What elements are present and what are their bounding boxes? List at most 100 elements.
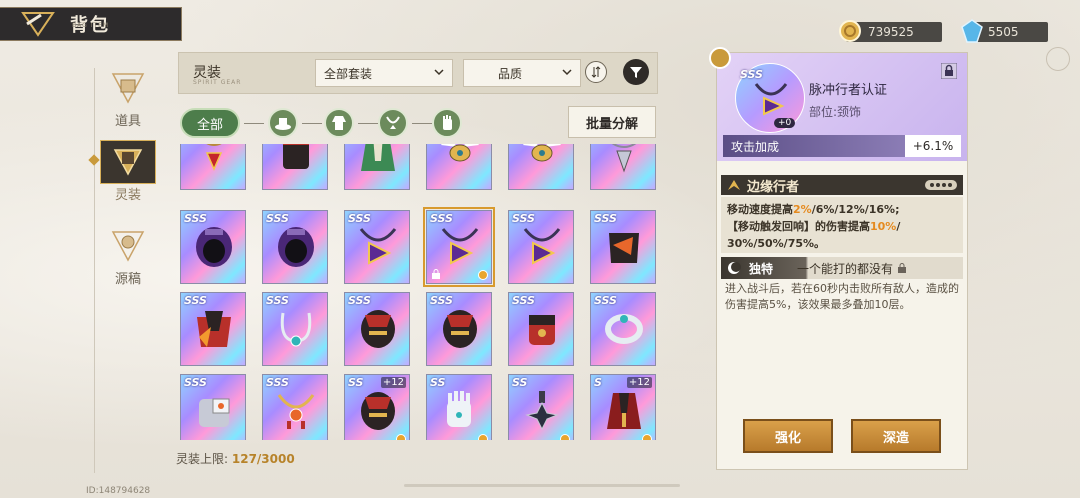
silver-ring-icon: [605, 314, 643, 344]
coat-icon: [332, 116, 346, 130]
gear-slot[interactable]: SSS: [180, 292, 246, 366]
category-hat-tab[interactable]: [268, 108, 298, 138]
rank-badge: SSS: [348, 212, 371, 225]
refine-button[interactable]: 深造: [851, 419, 941, 453]
category-glove-tab[interactable]: [432, 108, 462, 138]
rank-badge: SS: [348, 376, 364, 389]
medal-cross-icon: [525, 391, 559, 431]
gear-slot[interactable]: SSS: [590, 292, 656, 366]
necklace-icon: [386, 116, 400, 129]
pulse-necklace-icon: [523, 228, 561, 265]
rank-badge: SSS: [512, 212, 535, 225]
gear-slot[interactable]: SSS: [344, 210, 410, 284]
page-subtitle: BAG ITEM: [72, 22, 110, 29]
equipped-icon: [560, 434, 570, 440]
gear-slot[interactable]: SSS: [180, 374, 246, 440]
gem-amount: 5505: [988, 25, 1019, 39]
unique-effect-description: 进入战斗后，若在60秒内击败所有敌人，造成的伤害提高5%，该效果最多叠加10层。: [725, 282, 959, 311]
filter-button[interactable]: [623, 59, 649, 85]
detail-level: +0: [774, 118, 796, 128]
red-helmet-icon: [361, 310, 395, 348]
nav-item-source-draft[interactable]: 源稿: [100, 228, 156, 287]
gear-slot[interactable]: SSS: [426, 292, 492, 366]
scrollbar[interactable]: [404, 484, 680, 487]
gear-slot[interactable]: SSS: [262, 374, 328, 440]
sort-order-button[interactable]: [585, 61, 607, 83]
gear-slot[interactable]: SSS: [423, 207, 495, 287]
gear-detail-panel: SSS +0 脉冲行者认证 部位:颈饰 攻击加成 +6.1% 边缘行者 移动速度…: [709, 47, 968, 470]
dark-boot-flame-icon: [609, 233, 639, 263]
rank-badge: SSS: [594, 212, 617, 225]
rank-badge: SSS: [184, 212, 207, 225]
gear-slot[interactable]: SSS: [590, 210, 656, 284]
purple-hood-icon: [196, 227, 232, 267]
gold-amount: 739525: [868, 25, 914, 39]
rank-badge: S: [594, 376, 602, 389]
back-arrow-icon: [21, 12, 55, 37]
equipped-icon: [396, 434, 406, 440]
gear-slot[interactable]: SSS: [262, 292, 328, 366]
settings-ring-icon[interactable]: [1046, 47, 1070, 71]
set-desc-text: 【移动触发回响】的伤害提高: [727, 220, 870, 233]
set-filter-value: 全部套装: [324, 66, 373, 81]
set-filter-dropdown[interactable]: 全部套装: [315, 59, 453, 87]
nav-divider: [94, 68, 95, 473]
capacity-info: 灵装上限: 127/3000: [176, 450, 295, 467]
sort-icon: [591, 66, 601, 78]
crystal-icon: [961, 19, 983, 43]
gear-grid: SSS SSS SSS SSS SSS SSS SSS SSS SSS SSS SSS SSS SSS S…: [180, 144, 660, 440]
silver-gauntlet-icon: [199, 398, 230, 427]
gear-slot[interactable]: SS: [426, 374, 492, 440]
gear-slot[interactable]: [508, 144, 574, 190]
back-button[interactable]: [16, 9, 60, 39]
gear-slot[interactable]: [426, 144, 492, 190]
gear-slot[interactable]: SSS: [508, 210, 574, 284]
gear-slot[interactable]: [180, 144, 246, 190]
gear-title-en: SPIRIT GEAR: [193, 79, 242, 86]
gear-slot[interactable]: SS: [508, 374, 574, 440]
category-connector: [412, 123, 432, 124]
gem-counter: 5505: [961, 19, 1048, 43]
nav-item-spirit-gear[interactable]: 灵装: [100, 144, 156, 203]
equipped-icon: [478, 434, 488, 440]
capacity-label: 灵装上限:: [176, 452, 229, 466]
pendant-red-icon: [205, 144, 223, 171]
set-desc-text: /6%/12%/16%;: [811, 203, 900, 216]
nav-item-items[interactable]: 道具: [100, 70, 156, 129]
gear-slot[interactable]: [344, 144, 410, 190]
gear-slot[interactable]: SS +12: [344, 374, 410, 440]
gear-slot[interactable]: SSS: [508, 292, 574, 366]
rank-badge: SSS: [266, 376, 289, 389]
set-bonus-description: 移动速度提高2%/6%/12%/16%; 【移动触发回响】的伤害提高10%/ 3…: [721, 197, 963, 253]
spirit-gear-icon: [113, 149, 143, 176]
unique-effect-header: 独特 一个能打的都没有: [721, 257, 963, 279]
gear-slot[interactable]: SSS: [344, 292, 410, 366]
lock-icon[interactable]: [941, 63, 957, 79]
red-helmet-icon: [443, 310, 477, 348]
gear-slot[interactable]: [262, 144, 328, 190]
category-all-tab[interactable]: 全部: [180, 108, 240, 138]
winged-crown-icon: [441, 144, 479, 162]
gear-slot[interactable]: [590, 144, 656, 190]
enhance-button[interactable]: 强化: [743, 419, 833, 453]
rank-badge: SS: [430, 376, 446, 389]
set-desc-highlight: 10%: [870, 220, 897, 233]
nav-label-spirit-gear: 灵装: [114, 188, 141, 203]
gear-slot[interactable]: S +12: [590, 374, 656, 440]
set-arrow-icon: [728, 180, 740, 190]
quality-filter-dropdown[interactable]: 品质: [463, 59, 581, 87]
coin-icon: [839, 20, 861, 42]
flame-armor-icon: [197, 311, 231, 347]
category-coat-tab[interactable]: [324, 108, 354, 138]
category-necklace-tab[interactable]: [378, 108, 408, 138]
pulse-necklace-icon: [359, 228, 397, 265]
gear-slot[interactable]: SSS: [180, 210, 246, 284]
detail-item-icon: SSS +0: [735, 63, 805, 133]
lock-icon: [432, 269, 440, 279]
red-coat-icon: [607, 393, 641, 429]
winged-crown-icon: [523, 144, 561, 162]
bulk-dismantle-button[interactable]: 批量分解: [568, 106, 656, 138]
gear-slot[interactable]: SSS: [262, 210, 328, 284]
nav-label-source-draft: 源稿: [114, 272, 141, 287]
category-bar: 全部 批量分解: [178, 104, 658, 140]
